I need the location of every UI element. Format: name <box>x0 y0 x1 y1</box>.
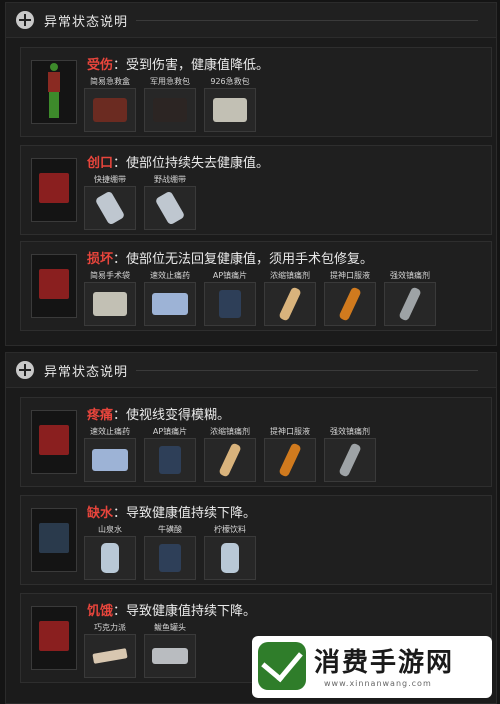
status-description: ：使视线变得模糊。 <box>113 408 231 423</box>
panel-title: 异常状态说明 <box>44 364 129 380</box>
stimulant-oral-liquid-icon <box>278 442 302 478</box>
status-dehydration: 缺水：导致健康值持续下降。 山泉水 牛磺酸 柠檬饮料 <box>20 495 492 585</box>
wound-icon <box>31 158 77 222</box>
item-first-aid-box[interactable]: 简易急救盒 <box>83 76 137 132</box>
item-list: 山泉水 牛磺酸 柠檬饮料 <box>83 524 257 580</box>
header-divider <box>136 20 478 21</box>
item-spring-water[interactable]: 山泉水 <box>83 524 137 580</box>
concentrated-analgesic-icon <box>218 442 242 478</box>
status-description: ：使部位持续失去健康值。 <box>113 156 270 171</box>
item-painkiller-pills[interactable]: 速效止痛药 <box>143 270 197 326</box>
stomach-icon <box>31 606 77 670</box>
item-926-first-aid-pack[interactable]: 926急救包 <box>203 76 257 132</box>
item-strong-analgesic[interactable]: 强效镇痛剂 <box>383 270 437 326</box>
status-description: ：导致健康值持续下降。 <box>113 604 257 619</box>
status-name: 缺水 <box>87 506 114 521</box>
header-divider <box>136 370 478 371</box>
first-aid-box-icon <box>93 98 127 122</box>
status-wound: 创口：使部位持续失去健康值。 快捷绷带 野战绷带 <box>20 145 492 235</box>
item-surgical-kit[interactable]: 简易手术袋 <box>83 270 137 326</box>
status-name: 创口 <box>87 156 114 171</box>
panel-header: 异常状态说明 <box>6 353 496 388</box>
status-pain: 疼痛：使视线变得模糊。 速效止痛药 AP镇痛片 浓缩镇痛剂 提神口服液 强效镇痛… <box>20 397 492 487</box>
concentrated-analgesic-icon <box>278 286 302 322</box>
item-list: 简易急救盒 军用急救包 926急救包 <box>83 76 257 132</box>
status-title: 饥饿：导致健康值持续下降。 <box>87 600 256 619</box>
stimulant-oral-liquid-icon <box>338 286 362 322</box>
strong-analgesic-icon <box>398 286 422 322</box>
item-concentrated-analgesic[interactable]: 浓缩镇痛剂 <box>203 426 257 482</box>
item-military-first-aid-kit[interactable]: 军用急救包 <box>143 76 197 132</box>
canned-fish-icon <box>152 648 188 664</box>
item-field-bandage[interactable]: 野战绷带 <box>143 174 197 230</box>
watermark-url: www.xinnanwang.com <box>324 679 432 688</box>
status-name: 损坏 <box>87 252 114 267</box>
status-name: 饥饿 <box>87 604 114 619</box>
item-list: 快捷绷带 野战绷带 <box>83 174 197 230</box>
military-first-aid-kit-icon <box>153 98 187 122</box>
site-watermark: 消费手游网 www.xinnanwang.com <box>252 636 492 698</box>
item-strong-analgesic[interactable]: 强效镇痛剂 <box>323 426 377 482</box>
water-drop-icon <box>31 508 77 572</box>
item-chocolate-pie[interactable]: 巧克力派 <box>83 622 137 678</box>
status-title: 缺水：导致健康值持续下降。 <box>87 502 256 521</box>
item-ap-painkiller[interactable]: AP镇痛片 <box>143 426 197 482</box>
item-ap-painkiller[interactable]: AP镇痛片 <box>203 270 257 326</box>
first-aid-pack-icon <box>213 98 247 122</box>
water-bottle-icon <box>101 543 119 573</box>
panel-title: 异常状态说明 <box>44 14 129 30</box>
item-lemon-drink[interactable]: 柠檬饮料 <box>203 524 257 580</box>
chocolate-pie-icon <box>92 648 128 664</box>
status-broken: 损坏：使部位无法回复健康值，须用手术包修复。 简易手术袋 速效止痛药 AP镇痛片… <box>20 241 492 331</box>
status-title: 创口：使部位持续失去健康值。 <box>87 152 269 171</box>
status-title: 疼痛：使视线变得模糊。 <box>87 404 230 423</box>
item-canned-fish[interactable]: 鲅鱼罐头 <box>143 622 197 678</box>
status-title: 损坏：使部位无法回复健康值，须用手术包修复。 <box>87 248 373 267</box>
status-injured: 受伤：受到伤害，健康值降低。 简易急救盒 军用急救包 926急救包 <box>20 47 492 137</box>
item-list: 简易手术袋 速效止痛药 AP镇痛片 浓缩镇痛剂 提神口服液 强效镇痛剂 <box>83 270 437 326</box>
bandage-icon <box>94 190 126 226</box>
pain-body-icon <box>31 410 77 474</box>
site-logo-icon <box>258 638 306 690</box>
ap-painkiller-can-icon <box>219 290 241 318</box>
status-title: 受伤：受到伤害，健康值降低。 <box>87 54 269 73</box>
ap-painkiller-can-icon <box>159 446 181 474</box>
injured-body-icon <box>31 60 77 124</box>
strong-analgesic-icon <box>338 442 362 478</box>
status-name: 疼痛 <box>87 408 114 423</box>
broken-limb-icon <box>31 254 77 318</box>
status-panel-1: 异常状态说明 受伤：受到伤害，健康值降低。 简易急救盒 军用急救包 926急救包 <box>5 2 497 346</box>
status-description: ：使部位无法回复健康值，须用手术包修复。 <box>113 252 374 267</box>
item-taurine[interactable]: 牛磺酸 <box>143 524 197 580</box>
item-list: 巧克力派 鲅鱼罐头 <box>83 622 197 678</box>
lemon-drink-icon <box>221 543 239 573</box>
item-quick-bandage[interactable]: 快捷绷带 <box>83 174 137 230</box>
item-concentrated-analgesic[interactable]: 浓缩镇痛剂 <box>263 270 317 326</box>
taurine-can-icon <box>159 544 181 572</box>
surgical-kit-icon <box>93 292 127 316</box>
status-description: ：受到伤害，健康值降低。 <box>113 58 270 73</box>
field-bandage-icon <box>154 190 186 226</box>
item-painkiller-pills[interactable]: 速效止痛药 <box>83 426 137 482</box>
item-stimulant-oral-liquid[interactable]: 提神口服液 <box>263 426 317 482</box>
status-description: ：导致健康值持续下降。 <box>113 506 257 521</box>
info-icon <box>16 361 34 379</box>
item-list: 速效止痛药 AP镇痛片 浓缩镇痛剂 提神口服液 强效镇痛剂 <box>83 426 377 482</box>
watermark-title: 消费手游网 <box>314 648 455 678</box>
item-stimulant-oral-liquid[interactable]: 提神口服液 <box>323 270 377 326</box>
panel-header: 异常状态说明 <box>6 3 496 38</box>
info-icon <box>16 11 34 29</box>
status-name: 受伤 <box>87 58 114 73</box>
painkiller-pills-icon <box>92 449 128 471</box>
painkiller-pills-icon <box>152 293 188 315</box>
